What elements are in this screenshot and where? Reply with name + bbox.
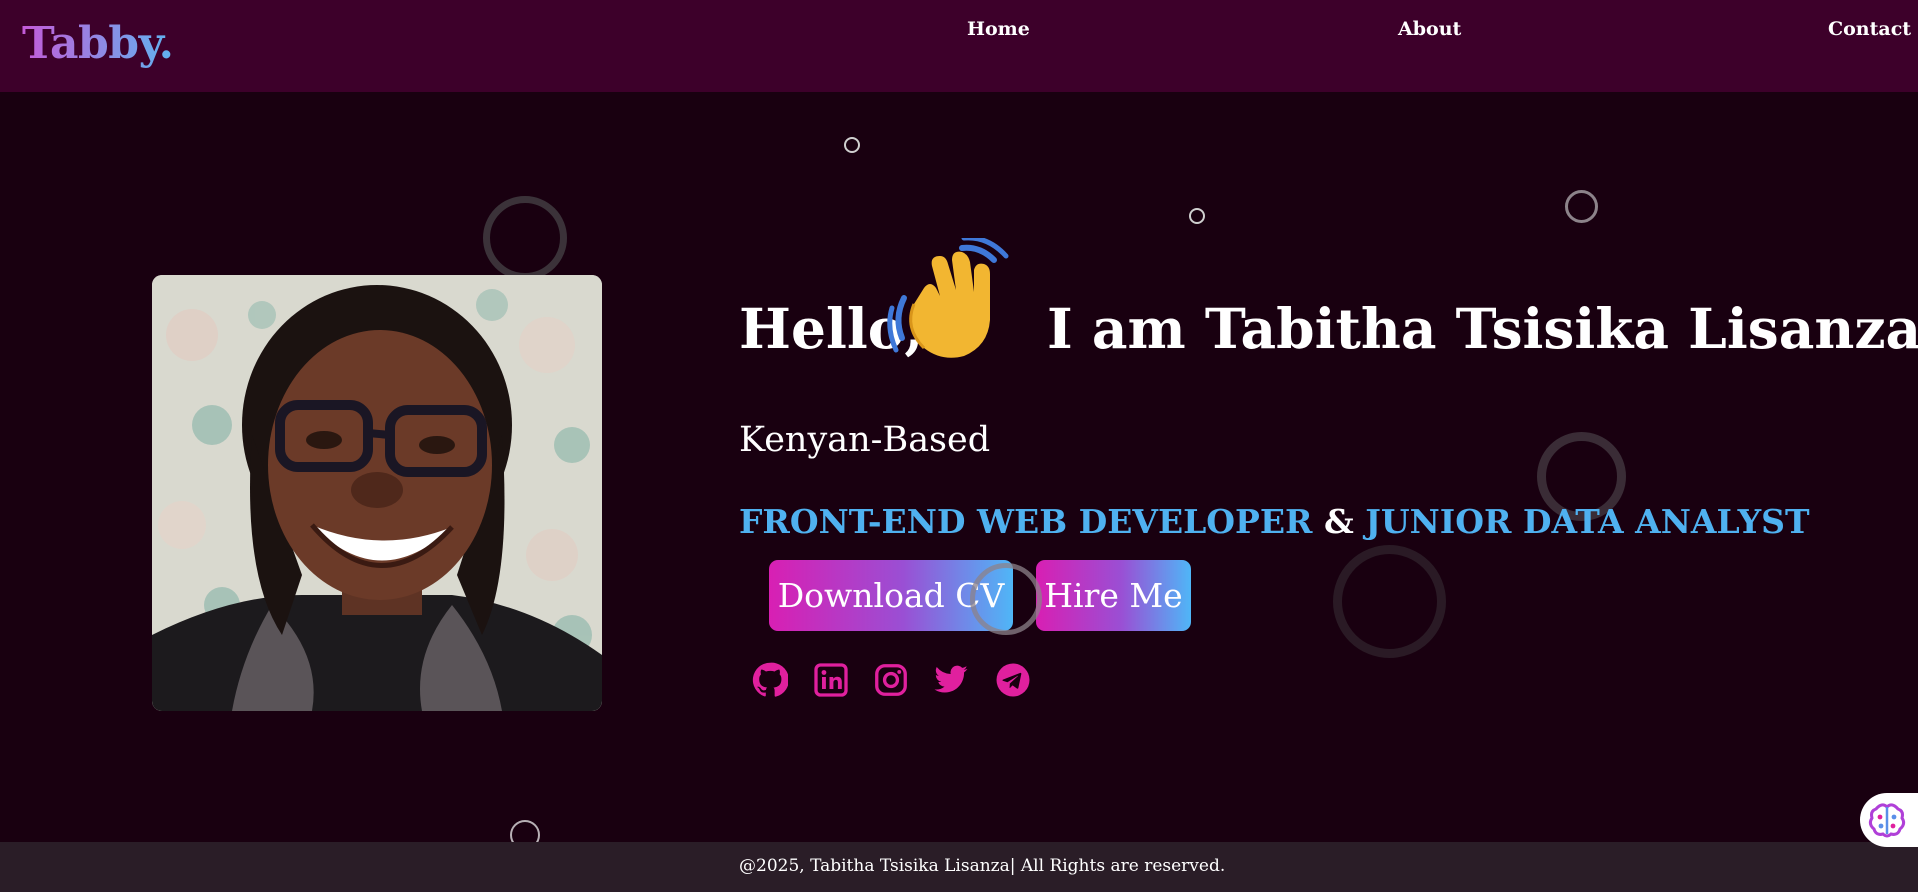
brain-icon bbox=[1868, 803, 1906, 838]
waving-hand-icon bbox=[884, 235, 1014, 368]
decorative-circle bbox=[1189, 208, 1205, 224]
footer-copyright: @2025, Tabitha Tsisika Lisanza| All Righ… bbox=[739, 856, 1226, 876]
hero-name: I am Tabitha Tsisika Lisanza bbox=[1047, 296, 1918, 361]
nav-link-contact[interactable]: Contact bbox=[1828, 18, 1911, 40]
role-joiner: & bbox=[1312, 502, 1366, 541]
hero-location: Kenyan-Based bbox=[739, 420, 991, 460]
decorative-circle bbox=[1565, 190, 1598, 223]
footer: @2025, Tabitha Tsisika Lisanza| All Righ… bbox=[0, 842, 1918, 892]
nav-link-home[interactable]: Home bbox=[967, 18, 1030, 40]
decorative-circle bbox=[483, 196, 567, 280]
profile-photo bbox=[152, 275, 602, 711]
role-front-end: FRONT-END WEB DEVELOPER bbox=[739, 502, 1313, 541]
hire-me-button[interactable]: Hire Me bbox=[1036, 560, 1191, 631]
hero-roles: FRONT-END WEB DEVELOPER & JUNIOR DATA AN… bbox=[739, 502, 1810, 541]
nav-link-about[interactable]: About bbox=[1398, 18, 1461, 40]
instagram-icon[interactable] bbox=[873, 662, 909, 698]
decorative-circle bbox=[970, 563, 1042, 635]
assistant-widget-button[interactable] bbox=[1860, 793, 1918, 847]
github-icon[interactable] bbox=[752, 662, 789, 698]
role-data-analyst: JUNIOR DATA ANALYST bbox=[1365, 502, 1810, 541]
decorative-circle bbox=[844, 137, 860, 153]
site-logo[interactable]: Tabby. bbox=[22, 18, 174, 69]
decorative-circle bbox=[1333, 545, 1446, 658]
telegram-icon[interactable] bbox=[995, 662, 1031, 698]
linkedin-icon[interactable] bbox=[813, 662, 849, 698]
twitter-icon[interactable] bbox=[933, 662, 969, 698]
navbar: Tabby. Home About Contact bbox=[0, 0, 1918, 92]
